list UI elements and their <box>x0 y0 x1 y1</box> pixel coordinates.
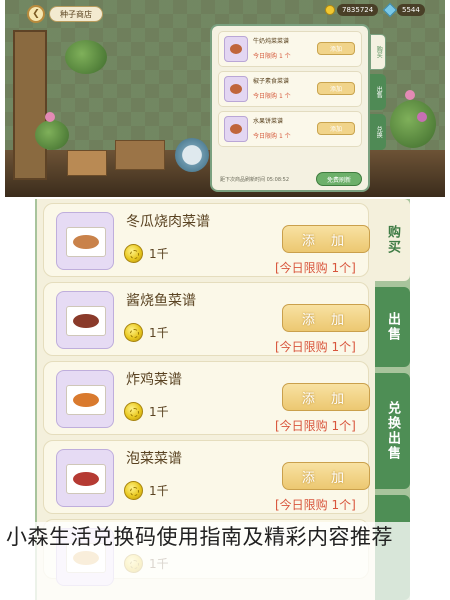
item-price: 1千 <box>149 247 169 261</box>
crate <box>115 140 165 170</box>
item-price: 1千 <box>149 326 169 340</box>
potted-plant-icon <box>35 120 69 150</box>
add-button[interactable]: 添加 <box>317 42 355 55</box>
list-item: 泡菜菜谱 1千 添 加 [今日限购 1个] <box>43 440 370 514</box>
list-item: 水果饼菜谱 今日限购 1 个 添加 <box>218 111 362 147</box>
item-name: 泡菜菜谱 <box>126 451 182 467</box>
item-limit: 今日限购 1 个 <box>253 53 291 60</box>
shelf <box>13 30 47 180</box>
recipe-box-icon <box>56 212 114 270</box>
list-item: 炸鸡菜谱 1千 添 加 [今日限购 1个] <box>43 361 370 435</box>
tab-sell[interactable]: 出售 <box>370 74 386 110</box>
item-limit: 今日限购 1 个 <box>253 133 291 140</box>
coin-icon <box>325 5 335 15</box>
recipe-icon <box>224 76 248 102</box>
add-button[interactable]: 添加 <box>317 82 355 95</box>
free-refresh-button[interactable]: 免费刷新 <box>316 172 362 186</box>
daily-limit-text: [今日限购 1个] <box>275 419 356 433</box>
item-limit: 今日限购 1 个 <box>253 93 291 100</box>
list-item: 椒子素食菜谱 今日限购 1 个 添加 <box>218 71 362 107</box>
coin-icon <box>124 323 143 342</box>
item-name: 水果饼菜谱 <box>253 118 284 125</box>
item-name: 椒子素食菜谱 <box>253 78 290 85</box>
add-button[interactable]: 添 加 <box>282 383 370 411</box>
flower-icon <box>45 112 55 122</box>
hanging-plant-icon <box>65 40 107 74</box>
tab-exchange-sell[interactable]: 兑换出售 <box>375 373 410 489</box>
tab-exchange[interactable]: 兑换 <box>370 114 386 150</box>
price-row: 1千 <box>124 402 169 421</box>
coin-balance: 7835724 <box>325 4 379 16</box>
article-caption: 小森生活兑换码使用指南及精彩内容推荐 <box>6 525 393 549</box>
shop-title: 种子商店 <box>49 6 103 22</box>
add-button[interactable]: 添 加 <box>282 225 370 253</box>
coin-value: 7835724 <box>337 4 379 16</box>
flower-icon <box>405 90 415 100</box>
coin-icon <box>124 481 143 500</box>
recipe-icon <box>224 36 248 62</box>
recipe-box-icon <box>56 291 114 349</box>
crate <box>67 150 107 176</box>
top-game-screenshot: ❮ 种子商店 7835724 5544 牛奶炖菜菜谱 今日限购 1 个 添加 椒… <box>5 0 445 197</box>
list-item: 酱烧鱼菜谱 1千 添 加 [今日限购 1个] <box>43 282 370 356</box>
item-name: 炸鸡菜谱 <box>126 372 182 388</box>
daily-limit-text: [今日限购 1个] <box>275 498 356 512</box>
food-icon <box>73 314 99 328</box>
tab-buy[interactable]: 购买 <box>375 199 410 281</box>
refresh-timer: 距下次商品刷新时间 05:08:52 <box>220 177 290 183</box>
recipe-icon <box>224 116 248 142</box>
coin-icon <box>124 244 143 263</box>
gem-value: 5544 <box>397 4 425 16</box>
price-row: 1千 <box>124 481 169 500</box>
item-name: 牛奶炖菜菜谱 <box>253 38 290 45</box>
flower-icon <box>417 112 427 122</box>
gem-icon <box>382 2 398 18</box>
add-button[interactable]: 添加 <box>317 122 355 135</box>
item-name: 酱烧鱼菜谱 <box>126 293 196 309</box>
item-price: 1千 <box>149 484 169 498</box>
gem-balance: 5544 <box>382 2 425 18</box>
add-button[interactable]: 添 加 <box>282 462 370 490</box>
food-icon <box>73 472 99 486</box>
price-row: 1千 <box>124 323 169 342</box>
daily-limit-text: [今日限购 1个] <box>275 261 356 275</box>
list-item: 牛奶炖菜菜谱 今日限购 1 个 添加 <box>218 31 362 67</box>
recipe-box-icon <box>56 370 114 428</box>
top-header: ❮ 种子商店 <box>27 5 103 23</box>
add-button[interactable]: 添 加 <box>282 304 370 332</box>
right-plant-icon <box>390 100 436 148</box>
back-icon[interactable]: ❮ <box>27 5 45 23</box>
mini-side-tabs: 购买 出售 兑换 <box>370 34 386 154</box>
recipe-box-icon <box>56 449 114 507</box>
item-price: 1千 <box>149 405 169 419</box>
tab-sell[interactable]: 出售 <box>375 287 410 367</box>
food-icon <box>73 393 99 407</box>
food-icon <box>73 235 99 249</box>
daily-limit-text: [今日限购 1个] <box>275 340 356 354</box>
tab-buy[interactable]: 购买 <box>370 34 386 70</box>
coin-icon <box>124 402 143 421</box>
list-item: 冬瓜烧肉菜谱 1千 添 加 [今日限购 1个] <box>43 203 370 277</box>
scale-icon <box>175 138 209 172</box>
item-name: 冬瓜烧肉菜谱 <box>126 214 210 230</box>
mini-shop-panel: 牛奶炖菜菜谱 今日限购 1 个 添加 椒子素食菜谱 今日限购 1 个 添加 水果… <box>210 24 370 192</box>
price-row: 1千 <box>124 244 169 263</box>
